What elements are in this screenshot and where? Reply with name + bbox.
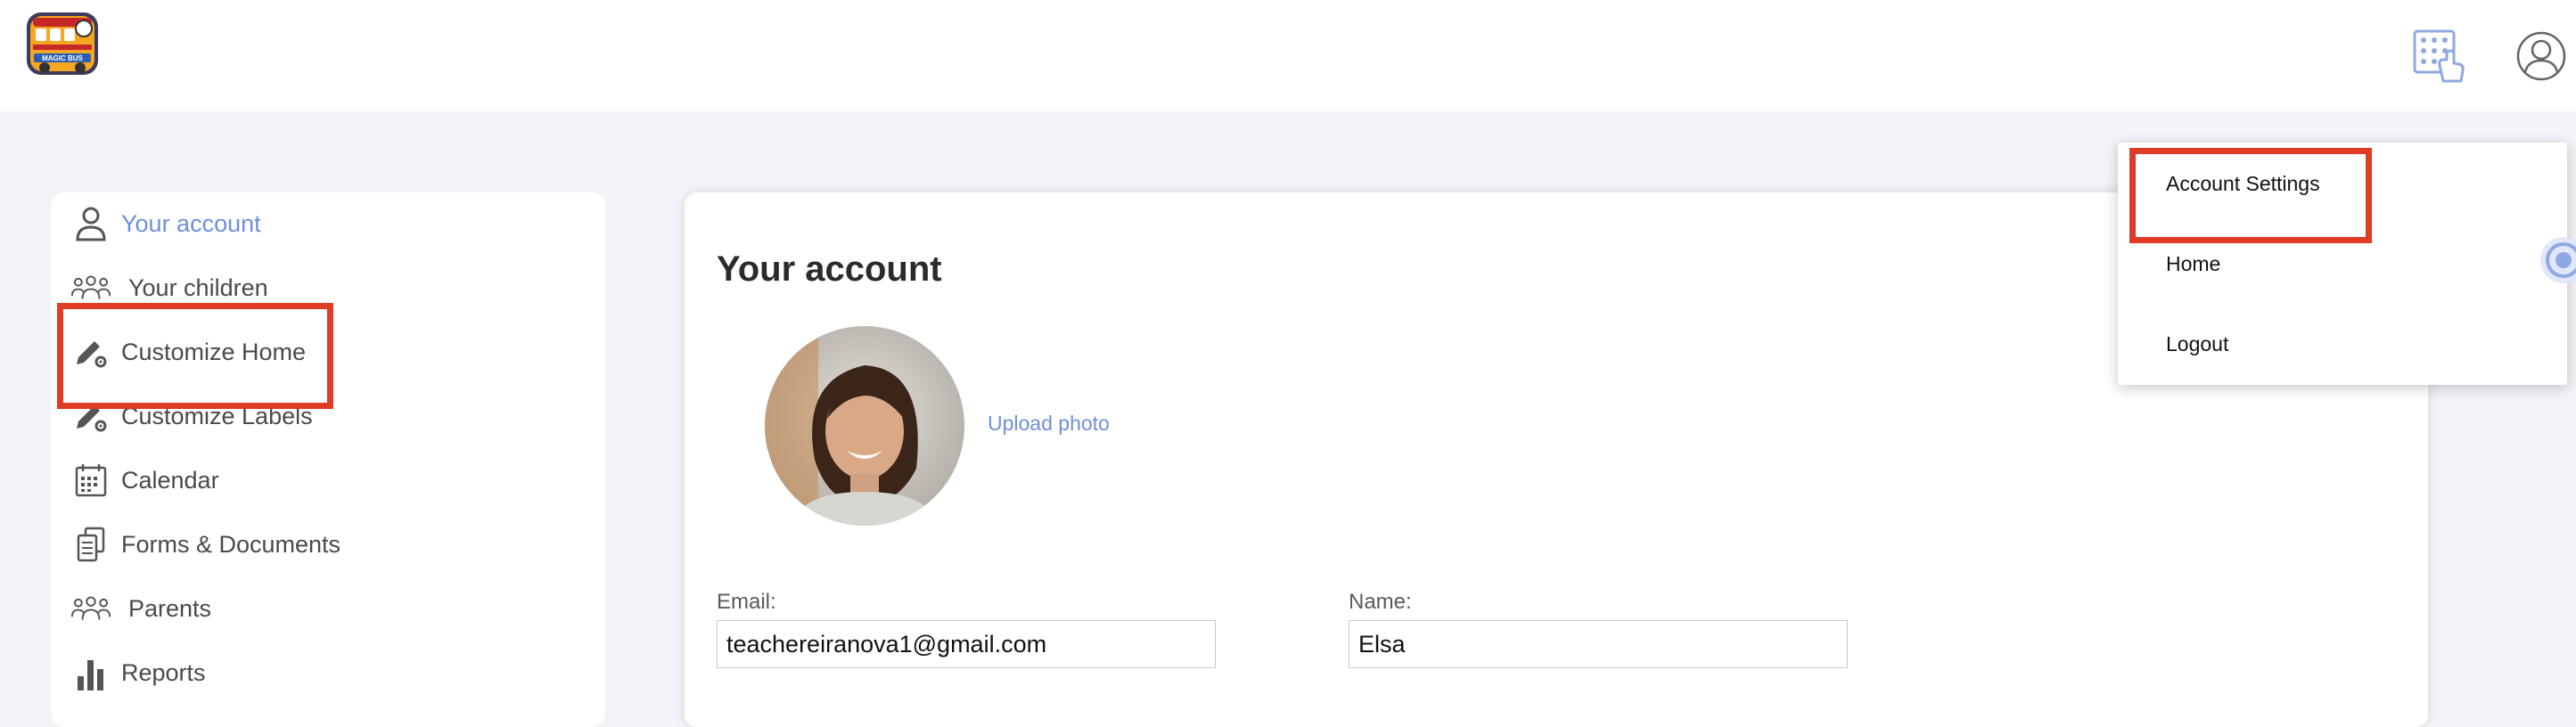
- sidebar-item-label: Calendar: [121, 466, 219, 494]
- svg-text:MAGIC BUS: MAGIC BUS: [42, 54, 83, 62]
- bar-chart-icon: [71, 653, 111, 692]
- sidebar-item-your-children[interactable]: Your children: [71, 264, 268, 312]
- menu-item-logout[interactable]: Logout: [2166, 332, 2228, 356]
- sidebar-item-label: Your children: [128, 274, 268, 301]
- sidebar-item-label: Customize Home: [121, 338, 307, 365]
- keypad-button[interactable]: [2412, 28, 2467, 89]
- pencil-gear-icon: [71, 332, 111, 372]
- sidebar-item-label: Parents: [128, 594, 212, 622]
- sidebar-item-forms-documents[interactable]: Forms & Documents: [71, 520, 340, 568]
- documents-icon: [71, 525, 111, 564]
- sidebar-item-label: Reports: [121, 658, 206, 686]
- sidebar-item-customize-labels[interactable]: Customize Labels: [71, 392, 313, 440]
- sidebar-item-your-account[interactable]: Your account: [71, 200, 261, 248]
- group-icon: [71, 589, 111, 628]
- sidebar-item-customize-home[interactable]: Customize Home: [71, 328, 306, 376]
- calendar-icon: [71, 461, 111, 500]
- profile-menu-button[interactable]: [2514, 30, 2569, 86]
- menu-item-account-settings[interactable]: Account Settings: [2166, 172, 2320, 196]
- upload-photo-link[interactable]: Upload photo: [988, 412, 1110, 436]
- floating-help-button[interactable]: [2539, 235, 2576, 285]
- email-field[interactable]: [717, 620, 1216, 668]
- user-circle-icon: [2515, 30, 2567, 86]
- sidebar-item-reports[interactable]: Reports: [71, 649, 206, 697]
- avatar: [765, 326, 964, 526]
- sidebar-item-label: Your account: [121, 209, 261, 237]
- pencil-gear-icon: [71, 396, 111, 436]
- menu-item-home[interactable]: Home: [2166, 252, 2220, 276]
- email-label: Email:: [717, 590, 776, 614]
- page-title: Your account: [717, 249, 942, 289]
- sidebar-item-label: Customize Labels: [121, 402, 313, 429]
- top-header: MAGIC BUS: [0, 0, 2576, 111]
- name-label: Name:: [1349, 590, 1412, 614]
- sidebar-item-label: Forms & Documents: [121, 530, 341, 558]
- app-logo[interactable]: MAGIC BUS: [23, 9, 102, 78]
- sidebar-item-calendar[interactable]: Calendar: [71, 456, 219, 504]
- name-field[interactable]: [1349, 620, 1848, 668]
- group-icon: [71, 268, 111, 307]
- keypad-touch-icon: [2413, 28, 2466, 89]
- account-dropdown-menu: Account Settings Home Logout: [2118, 143, 2567, 385]
- sidebar-item-parents[interactable]: Parents: [71, 584, 211, 633]
- user-icon: [71, 204, 111, 243]
